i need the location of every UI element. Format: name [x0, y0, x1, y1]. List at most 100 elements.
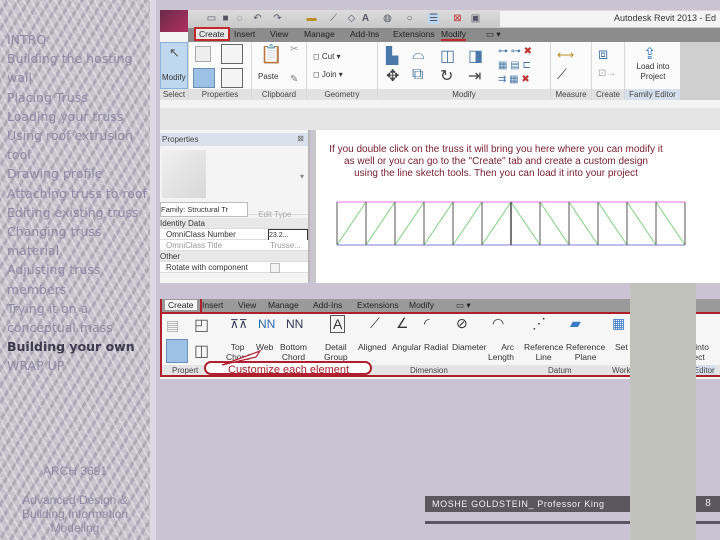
detail-group-button[interactable]: Detail Group [324, 342, 348, 362]
nav-item-editing-truss[interactable]: Editing existing truss [7, 203, 147, 222]
nav-item-attaching-truss[interactable]: Attaching truss to roof [7, 184, 147, 203]
tab-modify[interactable]: Modify [441, 29, 467, 41]
aligned-button[interactable]: Aligned [358, 342, 386, 352]
tab-add-ins[interactable]: Add-Ins [313, 300, 342, 310]
angular-button[interactable]: Angular [392, 342, 421, 352]
web-icon[interactable]: NN [258, 317, 275, 331]
measure-icon[interactable]: ▬ [306, 13, 317, 24]
web-member[interactable] [539, 201, 570, 246]
redo-icon[interactable]: ↷ [272, 13, 283, 24]
text-icon[interactable]: A [360, 13, 371, 24]
nav-item-drawing-profile[interactable]: Drawing profile [7, 164, 147, 183]
type-properties-icon[interactable] [221, 68, 243, 88]
family-category-icon[interactable]: ◰ [194, 315, 209, 335]
match-type-icon[interactable]: ✎ [290, 74, 298, 85]
nav-item-hosting-wall[interactable]: Building the hosting wall [7, 49, 147, 87]
close-hidden-icon[interactable]: ⊠ [452, 13, 463, 24]
component-icon[interactable]: ⧈ [598, 46, 608, 64]
revit-app-icon[interactable] [160, 10, 188, 32]
tab-extensions[interactable]: Extensions [393, 29, 435, 39]
split-icon[interactable]: ⊶ ⊶ ✖ [498, 46, 532, 57]
tab-extensions[interactable]: Extensions [357, 300, 399, 310]
nav-item-conceptual-mass[interactable]: Trying it on a conceptual mass [7, 299, 147, 337]
properties-icon[interactable] [193, 68, 215, 88]
truss-drawing[interactable] [336, 201, 686, 246]
measure-between-icon[interactable]: ⟷ [557, 48, 574, 62]
copy-icon[interactable]: ⧉ [412, 66, 423, 84]
family-types-icon[interactable]: ▤ [166, 317, 179, 334]
contextual-tab-icon[interactable]: ▭ ▾ [456, 300, 471, 311]
scale-icon[interactable]: ⇉ ▦ ✖ [498, 74, 530, 85]
align-icon[interactable]: ▙ [386, 46, 398, 66]
rotate-icon[interactable]: ↻ [440, 66, 453, 86]
group-other[interactable]: Other [160, 251, 308, 262]
tab-manage[interactable]: Manage [304, 29, 335, 39]
web-member[interactable] [481, 201, 512, 246]
undo-icon[interactable]: ↶ [252, 13, 263, 24]
bottom-chord-button[interactable]: Bottom Chord [280, 342, 307, 362]
tab-view[interactable]: View [270, 29, 288, 39]
save-icon[interactable]: ■ [220, 13, 231, 24]
tab-create[interactable]: Create [165, 300, 197, 310]
tab-add-ins[interactable]: Add-Ins [350, 29, 379, 39]
properties-icon[interactable] [166, 339, 188, 363]
trim-icon[interactable]: ⇥ [468, 66, 481, 86]
family-selector[interactable]: Family: Structural Tr [160, 202, 248, 217]
tab-manage[interactable]: Manage [268, 300, 299, 310]
tab-insert[interactable]: Insert [202, 300, 223, 310]
switch-windows-icon[interactable]: ▣ [470, 13, 481, 24]
detail-group-icon[interactable]: A [330, 315, 346, 333]
reference-line-icon[interactable]: ⋰ [532, 315, 546, 332]
join-button[interactable]: ◻ Join ▾ [313, 70, 343, 79]
tab-insert[interactable]: Insert [234, 29, 255, 39]
radial-dimension-icon[interactable]: ◜ [424, 315, 429, 332]
load-into-project-button[interactable]: Load intoProject [629, 62, 677, 82]
web-member[interactable] [336, 201, 367, 246]
modify-button[interactable]: ↖ Modify [160, 42, 188, 89]
offset-icon[interactable]: ⌓ [412, 46, 425, 64]
aligned-dimension-icon[interactable]: ⟋ [370, 315, 380, 332]
angular-dimension-icon[interactable]: ∠ [396, 315, 409, 332]
type-properties-icon[interactable]: ◫ [194, 341, 209, 361]
family-category-icon[interactable] [221, 44, 243, 64]
set-button[interactable]: Set [615, 342, 628, 352]
array-icon[interactable]: ▦ ▤ ⊏ [498, 60, 531, 71]
nav-item-adjusting-members[interactable]: Adjusting truss members [7, 260, 147, 298]
web-member[interactable] [655, 201, 686, 246]
nav-item-changing-material[interactable]: Changing truss material [7, 222, 147, 260]
nav-item-placing-truss[interactable]: Placing Truss [7, 88, 147, 107]
web-member[interactable] [597, 201, 628, 246]
nav-item-building-your-own[interactable]: Building your own [7, 337, 147, 356]
cut-button[interactable]: ◻ Cut ▾ [313, 52, 341, 61]
3d-view-icon[interactable]: ◍ [382, 13, 393, 24]
bottom-chord-icon[interactable]: NN [286, 317, 303, 331]
contextual-tab-icon[interactable]: ▭ ▾ [486, 29, 501, 40]
arc-length-icon[interactable]: ◠ [492, 315, 504, 332]
tab-create[interactable]: Create [194, 27, 230, 41]
reference-line-button[interactable]: Reference Line [524, 342, 563, 362]
arc-length-button[interactable]: Arc Length [488, 342, 514, 362]
web-member[interactable] [568, 201, 599, 246]
rotate-with-component-checkbox[interactable] [270, 263, 280, 273]
diameter-button[interactable]: Diameter [452, 342, 486, 352]
tag-icon[interactable]: ◇ [346, 13, 357, 24]
group-identity-data[interactable]: Identity Data [160, 218, 308, 229]
web-member[interactable] [452, 201, 483, 246]
cut-clip-icon[interactable]: ✂ [290, 44, 298, 55]
set-work-plane-icon[interactable]: ▦ [612, 315, 625, 332]
nav-item-wrap-up[interactable]: WRAP UP [7, 356, 147, 375]
top-chord-icon[interactable]: ⊼⊼ [230, 317, 248, 331]
nav-item-loading-truss[interactable]: Loading your truss [7, 107, 147, 126]
close-properties-icon[interactable]: ⊠ [297, 134, 304, 143]
type-dropdown-icon[interactable]: ▾ [300, 172, 304, 181]
family-types-icon[interactable] [195, 46, 211, 62]
web-member[interactable] [394, 201, 425, 246]
web-member[interactable] [510, 201, 541, 246]
reference-plane-icon[interactable]: ▰ [570, 315, 581, 332]
nav-item-intro[interactable]: INTRO [7, 30, 147, 49]
group-icon[interactable]: ⊡→ [598, 68, 616, 79]
tab-view[interactable]: View [238, 300, 256, 310]
web-member[interactable] [365, 201, 396, 246]
mirror-axis-icon[interactable]: ◫ [440, 46, 455, 66]
open-icon[interactable]: ▭ [206, 13, 217, 24]
